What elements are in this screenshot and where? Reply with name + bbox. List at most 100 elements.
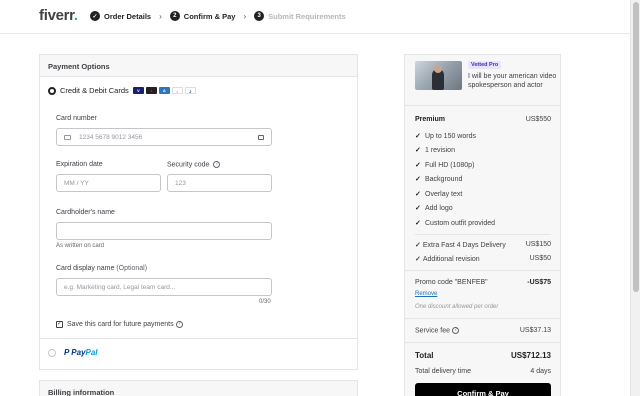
question-circle-icon[interactable]: ? bbox=[213, 161, 221, 168]
display-placeholder: e.g. Marketing card, Legal team card... bbox=[64, 283, 176, 291]
checkout-steps: ✓ Order Details › 2 Confirm & Pay › 3 Su… bbox=[90, 11, 346, 21]
confirm-pay-button[interactable]: Confirm & Pay bbox=[415, 383, 551, 396]
extra-price: US$150 bbox=[525, 241, 551, 248]
feature-label: Up to 150 words bbox=[425, 133, 476, 140]
lock-icon bbox=[258, 134, 264, 140]
divider bbox=[40, 338, 357, 339]
save-card-row[interactable]: ✓ Save this card for future payments ? bbox=[56, 321, 183, 328]
extra-label: ✓ Extra Fast 4 Days Delivery bbox=[415, 241, 506, 249]
service-fee-row: Service fee? US$37.13 bbox=[415, 327, 551, 334]
check-icon: ✓ bbox=[90, 11, 100, 21]
check-icon: ✓ bbox=[415, 133, 421, 140]
extra-price: US$50 bbox=[529, 255, 551, 262]
step-submit-requirements: 3 Submit Requirements bbox=[254, 11, 346, 21]
cardholder-input[interactable] bbox=[56, 222, 272, 240]
check-icon: ✓ bbox=[415, 176, 421, 183]
extra-label: ✓ Additional revision bbox=[415, 255, 480, 263]
page-scrollbar[interactable] bbox=[630, 0, 640, 396]
step-order-details[interactable]: ✓ Order Details bbox=[90, 11, 151, 21]
feature-item: ✓ Up to 150 words bbox=[415, 132, 476, 140]
top-header: fiverr. ✓ Order Details › 2 Confirm & Pa… bbox=[0, 0, 630, 34]
chevron-right-icon: › bbox=[243, 11, 247, 21]
total-label: Total bbox=[415, 351, 434, 360]
delivery-row: Total delivery time 4 days bbox=[415, 368, 551, 375]
promo-label: Promo code "BENFEB" bbox=[415, 279, 488, 286]
feature-label: Background bbox=[425, 176, 463, 183]
divider bbox=[405, 105, 560, 106]
expiration-input[interactable]: MM / YY bbox=[56, 174, 161, 192]
order-summary-panel: Vetted Pro I will be your american video… bbox=[404, 54, 561, 396]
total-row: Total US$712.13 bbox=[415, 351, 551, 360]
paypal-logo: P PayPal bbox=[64, 348, 98, 357]
check-icon: ✓ bbox=[415, 242, 421, 249]
fiverr-logo[interactable]: fiverr. bbox=[39, 7, 78, 24]
card-number-input[interactable]: 1234 5678 9012 3456 bbox=[56, 128, 272, 146]
payment-options-panel: Payment Options Credit & Debit Cards V ●… bbox=[39, 54, 358, 370]
promo-remove-link[interactable]: Remove bbox=[415, 291, 437, 297]
mastercard-icon: ● bbox=[145, 87, 157, 94]
paypal-pay-text: Pay bbox=[71, 348, 86, 357]
total-value: US$712.13 bbox=[510, 351, 551, 360]
check-icon: ✓ bbox=[415, 147, 421, 154]
cardholder-label: Cardholder's name bbox=[56, 209, 115, 216]
step-number: 2 bbox=[169, 11, 180, 21]
card-display-name-input[interactable]: e.g. Marketing card, Legal team card... bbox=[56, 278, 272, 296]
billing-information-panel[interactable]: Billing information bbox=[39, 380, 358, 396]
question-circle-icon[interactable]: ? bbox=[175, 321, 183, 328]
check-icon: ✓ bbox=[415, 162, 421, 169]
visa-icon: V bbox=[132, 87, 144, 94]
discover-icon: ◐ bbox=[171, 87, 183, 94]
feature-label: Add logo bbox=[425, 205, 453, 212]
check-icon: ✓ bbox=[415, 256, 421, 263]
card-icon bbox=[64, 134, 71, 140]
divider bbox=[405, 318, 560, 319]
logo-dot: . bbox=[73, 7, 78, 24]
security-placeholder: 123 bbox=[175, 179, 186, 187]
feature-item: ✓ 1 revision bbox=[415, 146, 455, 154]
cardholder-hint: As written on card bbox=[56, 243, 105, 249]
service-fee-text: Service fee bbox=[415, 327, 451, 335]
security-code-input[interactable]: 123 bbox=[167, 174, 272, 192]
amex-icon: A bbox=[158, 87, 170, 94]
feature-item: ✓ Custom outfit provided bbox=[415, 219, 495, 227]
divider bbox=[405, 270, 560, 271]
optional-text: (Optional) bbox=[116, 265, 148, 272]
save-card-checkbox[interactable]: ✓ bbox=[56, 321, 63, 328]
feature-item: ✓ Overlay text bbox=[415, 190, 462, 198]
security-label-text: Security code bbox=[167, 161, 210, 169]
payment-method-credit-card[interactable]: Credit & Debit Cards V ● A ◐ J bbox=[48, 86, 198, 95]
promo-value: -US$75 bbox=[527, 279, 551, 286]
display-label-text: Card display name bbox=[56, 265, 115, 272]
step-label: Confirm & Pay bbox=[183, 11, 236, 21]
feature-label: 1 revision bbox=[425, 147, 455, 154]
radio-selected[interactable] bbox=[48, 86, 56, 95]
gig-title: I will be your american video spokespers… bbox=[468, 73, 557, 89]
scrollbar-thumb[interactable] bbox=[633, 2, 639, 292]
payment-options-title: Payment Options bbox=[40, 55, 357, 77]
paypal-pal-text: Pal bbox=[85, 348, 98, 357]
service-fee-label: Service fee? bbox=[415, 327, 460, 335]
check-icon: ✓ bbox=[415, 220, 421, 227]
card-number-placeholder: 1234 5678 9012 3456 bbox=[79, 133, 143, 141]
step-label: Order Details bbox=[104, 11, 152, 21]
promo-row: Promo code "BENFEB" -US$75 bbox=[415, 279, 551, 286]
payment-method-paypal[interactable]: P PayPal bbox=[48, 348, 98, 357]
gig-thumbnail bbox=[415, 61, 462, 90]
extra-label-text: Additional revision bbox=[422, 256, 480, 263]
step-number: 3 bbox=[254, 11, 265, 21]
card-display-name-label: Card display name (Optional) bbox=[56, 265, 147, 272]
delivery-value: 4 days bbox=[530, 368, 551, 375]
question-circle-icon[interactable]: ? bbox=[452, 327, 460, 334]
paypal-p-icon: P bbox=[64, 348, 70, 357]
radio-unselected[interactable] bbox=[48, 348, 56, 357]
feature-item: ✓ Add logo bbox=[415, 204, 453, 212]
feature-item: ✓ Background bbox=[415, 175, 462, 183]
jcb-icon: J bbox=[184, 87, 196, 94]
expiration-label: Expiration date bbox=[56, 161, 103, 168]
card-method-label: Credit & Debit Cards bbox=[60, 86, 129, 95]
feature-label: Overlay text bbox=[425, 191, 463, 198]
feature-item: ✓ Full HD (1080p) bbox=[415, 161, 474, 169]
step-confirm-pay: 2 Confirm & Pay bbox=[169, 11, 236, 21]
check-icon: ✓ bbox=[415, 205, 421, 212]
chevron-right-icon: › bbox=[159, 11, 162, 21]
